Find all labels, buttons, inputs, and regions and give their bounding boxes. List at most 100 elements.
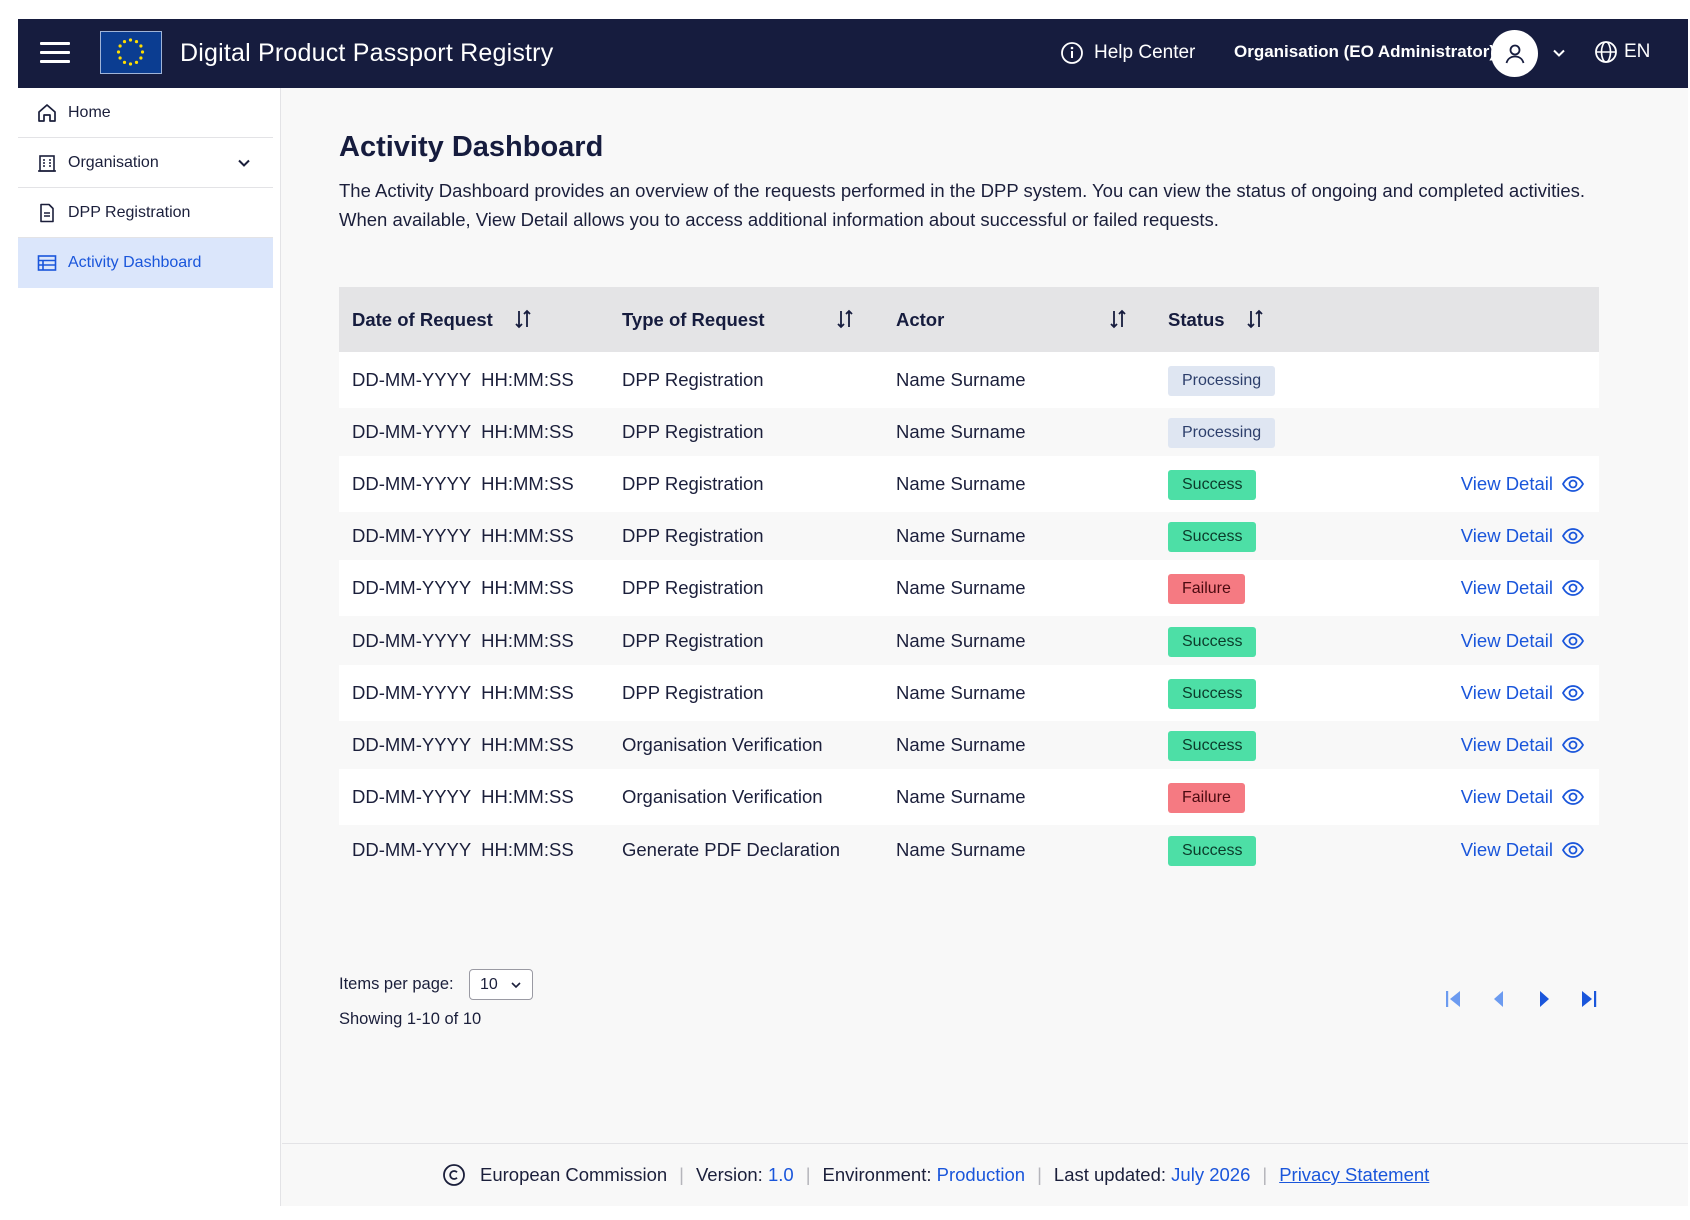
app-window: Digital Product Passport Registry Help C… bbox=[18, 19, 1688, 1206]
next-page-button[interactable] bbox=[1530, 985, 1558, 1013]
view-detail-link[interactable]: View Detail bbox=[1461, 717, 1585, 773]
view-detail-link[interactable]: View Detail bbox=[1461, 769, 1585, 825]
info-icon bbox=[1061, 42, 1083, 64]
cell-date: DD-MM-YYYY HH:MM:SS bbox=[352, 421, 574, 442]
eye-icon bbox=[1561, 528, 1585, 544]
sidebar-item-home[interactable]: Home bbox=[18, 88, 273, 138]
footer-updated-label: Last updated: bbox=[1053, 1164, 1167, 1185]
sidebar-item-label: Home bbox=[68, 103, 111, 121]
footer: European Commission | Version: 1.0 | Env… bbox=[282, 1143, 1688, 1206]
eye-icon bbox=[1561, 580, 1585, 596]
privacy-statement-link[interactable]: Privacy Statement bbox=[1279, 1164, 1429, 1186]
view-detail-link[interactable]: View Detail bbox=[1461, 613, 1585, 669]
chevron-down-icon[interactable] bbox=[233, 152, 255, 174]
sidebar-item-dpp-registration[interactable]: DPP Registration bbox=[18, 188, 273, 238]
language-selector[interactable]: EN bbox=[1594, 40, 1650, 64]
status-badge: Processing bbox=[1168, 418, 1276, 448]
view-detail-link[interactable]: View Detail bbox=[1461, 456, 1585, 512]
cell-actor: Name Surname bbox=[896, 577, 1026, 598]
chevron-left-icon bbox=[1494, 991, 1503, 1007]
cell-date: DD-MM-YYYY HH:MM:SS bbox=[352, 369, 574, 390]
cell-type: DPP Registration bbox=[622, 682, 764, 703]
cell-date: DD-MM-YYYY HH:MM:SS bbox=[352, 682, 574, 703]
sort-icon[interactable] bbox=[511, 307, 535, 331]
status-badge: Failure bbox=[1168, 574, 1245, 604]
cell-type: DPP Registration bbox=[622, 577, 764, 598]
view-detail-label: View Detail bbox=[1460, 473, 1553, 494]
cell-type: Generate PDF Declaration bbox=[622, 839, 840, 860]
view-detail-link[interactable]: View Detail bbox=[1461, 508, 1585, 564]
cell-actor: Name Surname bbox=[896, 839, 1026, 860]
column-header-actor: Actor bbox=[896, 308, 945, 330]
eye-icon bbox=[1561, 633, 1585, 649]
items-per-page-value: 10 bbox=[480, 975, 498, 993]
table-row: DD-MM-YYYY HH:MM:SS Organisation Verifica… bbox=[339, 717, 1599, 773]
items-per-page-label: Items per page: bbox=[339, 975, 454, 993]
status-badge: Success bbox=[1168, 836, 1257, 866]
cell-actor: Name Surname bbox=[896, 734, 1026, 755]
footer-organisation: European Commission bbox=[480, 1164, 668, 1185]
table-row: DD-MM-YYYY HH:MM:SS DPP Registration Name … bbox=[339, 613, 1599, 669]
table-row: DD-MM-YYYY HH:MM:SS DPP Registration Name … bbox=[339, 352, 1599, 408]
building-icon bbox=[36, 152, 58, 174]
last-page-button[interactable] bbox=[1575, 985, 1603, 1013]
sort-icon[interactable] bbox=[1243, 307, 1267, 331]
items-per-page-select[interactable]: 10 bbox=[469, 969, 533, 1000]
status-badge: Success bbox=[1168, 731, 1257, 761]
table-row: DD-MM-YYYY HH:MM:SS DPP Registration Name … bbox=[339, 665, 1599, 721]
column-header-date: Date of Request bbox=[352, 308, 493, 330]
language-code: EN bbox=[1624, 41, 1651, 62]
sort-icon[interactable] bbox=[833, 307, 857, 331]
status-badge: Success bbox=[1168, 627, 1257, 657]
eye-icon bbox=[1561, 842, 1585, 858]
eu-flag-logo bbox=[100, 31, 162, 74]
eye-icon bbox=[1561, 737, 1585, 753]
cell-type: Organisation Verification bbox=[622, 786, 823, 807]
cell-type: Organisation Verification bbox=[622, 734, 823, 755]
status-badge: Failure bbox=[1168, 783, 1245, 813]
view-detail-label: View Detail bbox=[1460, 786, 1553, 807]
cell-type: DPP Registration bbox=[622, 630, 764, 651]
eye-icon bbox=[1561, 685, 1585, 701]
sort-icon[interactable] bbox=[1106, 307, 1130, 331]
home-icon bbox=[36, 102, 58, 124]
first-page-icon bbox=[1446, 991, 1460, 1007]
first-page-button[interactable] bbox=[1439, 985, 1467, 1013]
view-detail-link[interactable]: View Detail bbox=[1461, 822, 1585, 878]
cell-date: DD-MM-YYYY HH:MM:SS bbox=[352, 473, 574, 494]
table-row: DD-MM-YYYY HH:MM:SS Organisation Verifica… bbox=[339, 769, 1599, 825]
cell-date: DD-MM-YYYY HH:MM:SS bbox=[352, 525, 574, 546]
footer-updated-value: July 2026 bbox=[1171, 1164, 1251, 1185]
table-row: DD-MM-YYYY HH:MM:SS DPP Registration Name … bbox=[339, 456, 1599, 512]
table-header: Date of Request Type of Request Actor St… bbox=[339, 287, 1599, 352]
globe-icon bbox=[1595, 41, 1617, 63]
footer-environment-value: Production bbox=[936, 1164, 1026, 1185]
copyright-icon bbox=[443, 1164, 465, 1186]
help-center-label: Help Center bbox=[1094, 42, 1196, 63]
cell-actor: Name Surname bbox=[896, 630, 1026, 651]
cell-type: DPP Registration bbox=[622, 525, 764, 546]
last-page-icon bbox=[1582, 991, 1597, 1007]
view-detail-link[interactable]: View Detail bbox=[1461, 560, 1585, 616]
sidebar-item-activity-dashboard[interactable]: Activity Dashboard bbox=[18, 238, 273, 288]
sidebar-item-label: Organisation bbox=[68, 153, 159, 171]
cell-actor: Name Surname bbox=[896, 525, 1026, 546]
page-description: The Activity Dashboard provides an overv… bbox=[339, 180, 1586, 230]
view-detail-link[interactable]: View Detail bbox=[1461, 665, 1585, 721]
footer-version-label: Version: bbox=[695, 1164, 763, 1185]
sidebar-item-organisation[interactable]: Organisation bbox=[18, 138, 273, 188]
view-detail-label: View Detail bbox=[1460, 577, 1553, 598]
status-badge: Success bbox=[1168, 679, 1257, 709]
sidebar-item-label: Activity Dashboard bbox=[68, 254, 202, 271]
help-center-link[interactable]: Help Center bbox=[1060, 40, 1195, 66]
user-avatar[interactable] bbox=[1491, 30, 1538, 77]
chevron-right-icon bbox=[1540, 991, 1549, 1007]
view-detail-label: View Detail bbox=[1460, 839, 1553, 860]
showing-count: Showing 1-10 of 10 bbox=[339, 1010, 482, 1028]
menu-icon[interactable] bbox=[40, 42, 70, 64]
user-menu-chevron-down-icon[interactable] bbox=[1548, 42, 1570, 64]
view-detail-label: View Detail bbox=[1460, 734, 1553, 755]
cell-type: DPP Registration bbox=[622, 473, 764, 494]
view-detail-label: View Detail bbox=[1460, 682, 1553, 703]
previous-page-button[interactable] bbox=[1485, 985, 1513, 1013]
